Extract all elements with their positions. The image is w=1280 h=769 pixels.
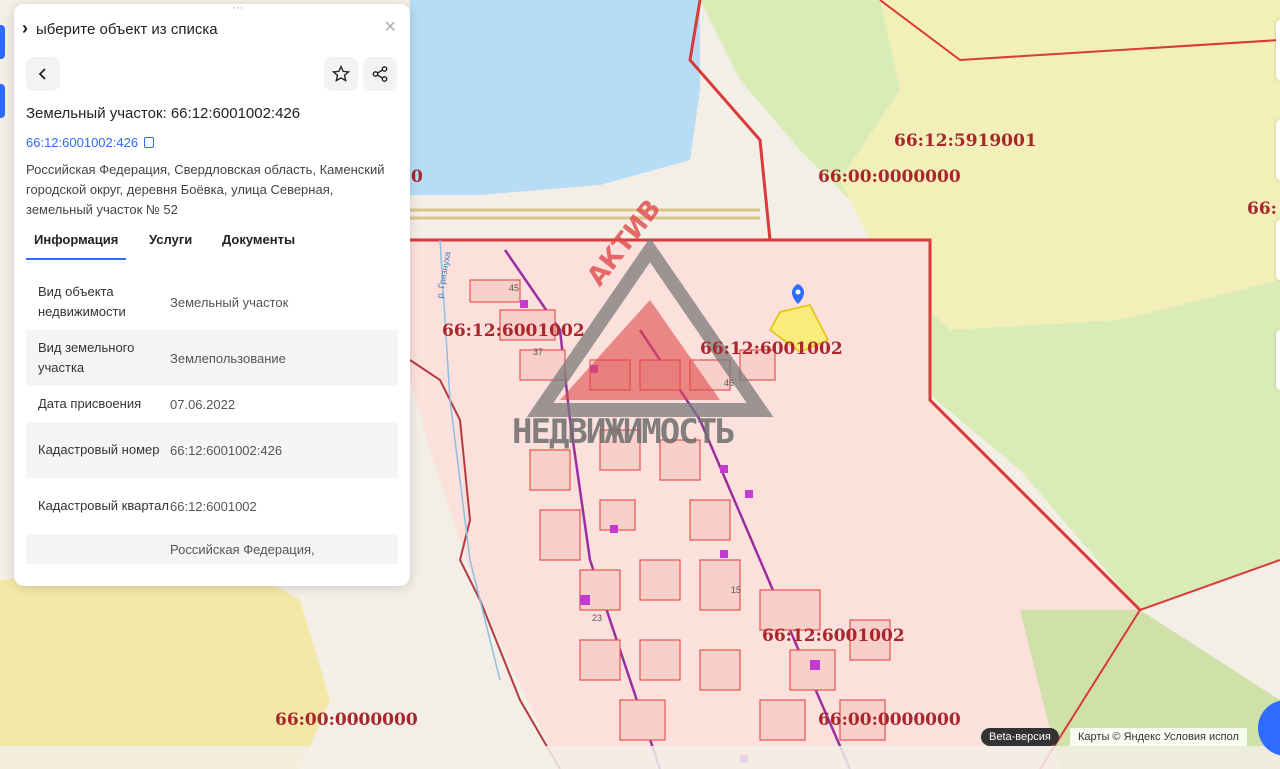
bottom-disclaimer-strip — [0, 746, 1280, 769]
object-title: Земельный участок: 66:12:6001002:426 — [26, 105, 301, 122]
info-key: Кадастровый квартал — [38, 498, 169, 513]
cadastral-link-text: 66:12:6001002:426 — [26, 135, 139, 150]
info-value: Земельный участок — [170, 294, 289, 310]
back-button[interactable] — [26, 57, 60, 91]
right-control-2[interactable] — [1276, 120, 1280, 180]
drag-handle[interactable]: ··· — [220, 4, 256, 18]
watermark-bottom: НЕДВИЖИМОСТЬ — [512, 412, 736, 452]
right-control-3[interactable] — [1276, 220, 1280, 280]
info-table: Вид объекта недвижимости Земельный участ… — [26, 274, 398, 564]
right-control-1[interactable] — [1276, 20, 1280, 80]
copy-icon[interactable] — [144, 137, 155, 148]
right-control-4[interactable] — [1276, 330, 1280, 390]
cad-label-6001002-mid: 66:12:6001002 — [700, 339, 843, 359]
yellow-field-left — [0, 560, 330, 769]
map-attribution[interactable]: Карты © Яндекс Условия испол — [1070, 728, 1247, 746]
panel-header-text: ыберите объект из списка — [36, 21, 218, 38]
lake — [410, 0, 700, 195]
cad-label-edge: 66: — [1247, 199, 1277, 219]
info-value: 07.06.2022 — [170, 396, 236, 412]
tab-information[interactable]: Информация — [26, 232, 127, 260]
tab-documents[interactable]: Документы — [214, 232, 303, 260]
parcel-number-37: 37 — [533, 347, 544, 357]
left-collapse-tab[interactable] — [0, 25, 5, 59]
cad-label-0000000-right: 66:00:0000000 — [818, 710, 961, 730]
left-layers-tab[interactable] — [0, 84, 5, 118]
info-key: Кадастровый номер — [38, 442, 160, 457]
object-panel: ··· › ыберите объект из списка × Земельны… — [14, 4, 410, 586]
cad-label-0000000-top: 66:00:0000000 — [818, 167, 961, 187]
info-row: Кадастровый квартал 66:12:6001002 — [26, 478, 398, 534]
object-address: Российская Федерация, Свердловская облас… — [26, 162, 385, 217]
cad-label-fragment: 0 — [411, 167, 423, 187]
parcel-number-45: 45 — [509, 283, 520, 293]
parcel-number-15: 15 — [731, 585, 742, 595]
parcel-number-23: 23 — [592, 613, 603, 623]
parcel-number-46: 46 — [724, 378, 735, 388]
info-row: Дата присвоения 07.06.2022 — [26, 386, 398, 422]
chevron-right-icon[interactable]: › — [22, 18, 34, 39]
star-icon — [332, 65, 350, 83]
panel-tabs: Информация Услуги Документы — [26, 232, 398, 260]
info-row: Вид объекта недвижимости Земельный участ… — [26, 274, 398, 330]
share-button[interactable] — [363, 57, 397, 91]
info-value: Землепользование — [170, 350, 286, 366]
cadastral-link[interactable]: 66:12:6001002:426 — [26, 135, 155, 150]
info-row: Вид земельного участка Землепользование — [26, 330, 398, 386]
cad-label-6001002-low: 66:12:6001002 — [762, 626, 905, 646]
panel-header: › ыберите объект из списка — [22, 18, 218, 39]
cad-label-0000000-left: 66:00:0000000 — [275, 710, 418, 730]
close-icon[interactable]: × — [384, 16, 396, 39]
tab-services[interactable]: Услуги — [141, 232, 200, 260]
info-key: Дата присвоения — [38, 396, 142, 411]
beta-badge[interactable]: Beta-версия — [981, 728, 1059, 746]
info-key: Вид земельного участка — [38, 340, 135, 375]
info-value: Российская Федерация, — [170, 541, 315, 557]
favorite-button[interactable] — [324, 57, 358, 91]
cad-label-6001002-left: 66:12:6001002 — [442, 321, 585, 341]
info-value: 66:12:6001002:426 — [170, 442, 283, 458]
cad-label-5919001: 66:12:5919001 — [894, 131, 1037, 151]
info-key: Вид объекта недвижимости — [38, 284, 126, 319]
info-row: Кадастровый номер 66:12:6001002:426 — [26, 422, 398, 478]
share-icon — [372, 66, 388, 82]
chevron-left-icon — [38, 68, 46, 80]
info-value: 66:12:6001002 — [170, 498, 257, 514]
info-row: Российская Федерация, — [26, 534, 398, 564]
